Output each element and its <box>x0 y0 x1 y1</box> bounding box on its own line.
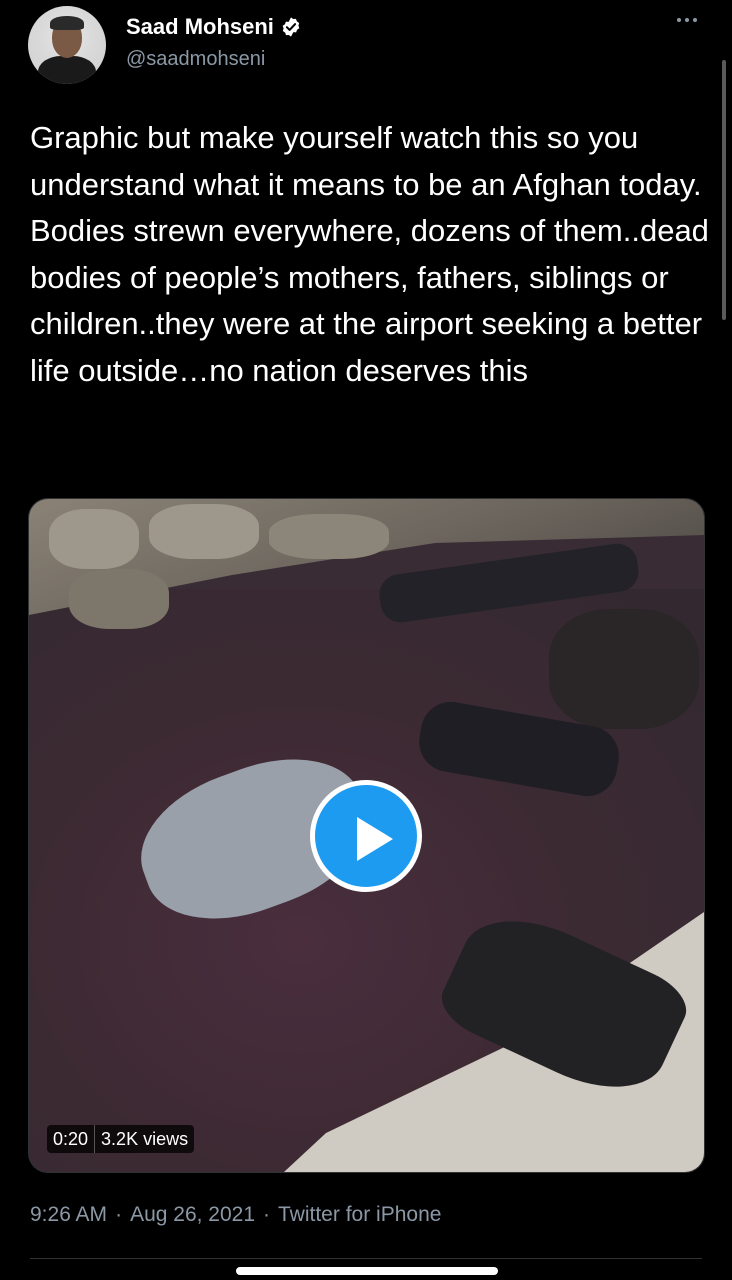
tweet-text: Graphic but make yourself watch this so … <box>30 120 709 388</box>
video-duration: 0:20 <box>47 1125 95 1153</box>
author-name-row[interactable]: Saad Mohseni <box>126 14 302 40</box>
meta-separator: · <box>115 1203 123 1226</box>
author-name[interactable]: Saad Mohseni <box>126 14 274 40</box>
tweet-meta: 9:26 AM · Aug 26, 2021 · Twitter for iPh… <box>30 1203 441 1227</box>
tweet-header: Saad Mohseni @saadmohseni <box>0 0 732 100</box>
play-triangle <box>357 817 393 861</box>
tweet-date[interactable]: Aug 26, 2021 <box>130 1203 255 1227</box>
more-options-icon[interactable] <box>672 10 702 30</box>
play-icon[interactable] <box>310 780 422 892</box>
avatar-hair-shape <box>50 16 84 30</box>
rock <box>269 514 389 559</box>
verified-badge-icon <box>282 17 300 37</box>
avatar[interactable] <box>28 6 106 84</box>
tweet-time[interactable]: 9:26 AM <box>30 1203 107 1227</box>
author-handle[interactable]: @saadmohseni <box>126 48 265 71</box>
video-views: 3.2K views <box>94 1125 195 1153</box>
video-badges: 0:20 3.2K views <box>47 1125 195 1153</box>
rock <box>69 569 169 629</box>
tweet-source[interactable]: Twitter for iPhone <box>278 1203 441 1227</box>
figure-shape <box>549 609 699 729</box>
rock <box>49 509 139 569</box>
home-indicator[interactable] <box>236 1267 498 1275</box>
divider <box>30 1258 702 1259</box>
rock <box>149 504 259 559</box>
avatar-body-shape <box>38 56 96 84</box>
meta-separator: · <box>263 1203 271 1226</box>
